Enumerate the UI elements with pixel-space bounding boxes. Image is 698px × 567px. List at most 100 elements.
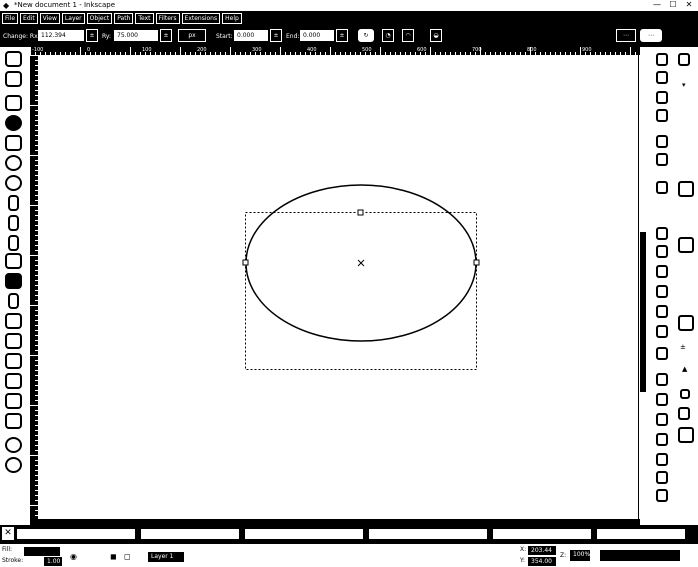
rx-spin-button[interactable]: ± bbox=[86, 29, 98, 42]
mesh-tool-icon[interactable] bbox=[8, 293, 19, 309]
menu-file[interactable]: File bbox=[2, 12, 19, 24]
canvas-svg[interactable] bbox=[38, 55, 638, 520]
connector-tool-icon[interactable] bbox=[5, 413, 22, 429]
current-layer-select[interactable]: Layer 1 bbox=[148, 552, 184, 562]
save-document-icon[interactable] bbox=[656, 91, 668, 104]
menu-object[interactable]: Object bbox=[86, 12, 113, 24]
rx-input[interactable]: 112.394 bbox=[38, 30, 84, 41]
end-input[interactable]: 0.000 bbox=[300, 30, 334, 41]
snap-others-icon[interactable] bbox=[678, 315, 694, 331]
swatch-group-6[interactable] bbox=[596, 528, 686, 540]
no-paint-swatch[interactable]: ✕ bbox=[2, 527, 14, 540]
rect-tool-icon[interactable] bbox=[5, 135, 22, 151]
arc-type-arc-icon[interactable]: ◠ bbox=[402, 29, 414, 42]
paint-bucket-tool-icon[interactable] bbox=[5, 333, 22, 349]
zoom-page-icon[interactable] bbox=[656, 325, 668, 338]
start-spin-button[interactable]: ± bbox=[270, 29, 282, 42]
new-document-icon[interactable] bbox=[656, 53, 668, 66]
spray-tool-icon[interactable] bbox=[5, 373, 22, 389]
pencil-tool-icon[interactable] bbox=[8, 195, 19, 211]
copy-icon[interactable] bbox=[656, 245, 668, 258]
rx-handle-left[interactable] bbox=[242, 259, 249, 266]
ry-input[interactable]: 75.000 bbox=[114, 30, 158, 41]
snap-enable-icon[interactable] bbox=[678, 53, 690, 66]
stroke-width-value[interactable]: 1.00 bbox=[44, 557, 62, 566]
clone-icon[interactable] bbox=[656, 373, 668, 386]
group-icon[interactable] bbox=[656, 413, 668, 426]
ellipse-tool-icon[interactable] bbox=[5, 115, 22, 131]
spiral-tool-icon[interactable] bbox=[5, 175, 22, 191]
snap-bbox-icon[interactable] bbox=[678, 181, 694, 197]
arc-type-slice-icon[interactable]: ◔ bbox=[382, 29, 394, 42]
rotation-field[interactable] bbox=[600, 550, 680, 561]
swatch-group-4[interactable] bbox=[368, 528, 488, 540]
ungroup-icon[interactable] bbox=[656, 433, 668, 446]
vertical-ruler[interactable] bbox=[30, 55, 38, 520]
duplicate-icon[interactable] bbox=[656, 347, 668, 360]
undo-icon[interactable] bbox=[656, 181, 668, 194]
menu-edit[interactable]: Edit bbox=[20, 12, 38, 24]
snap-grid-icon[interactable] bbox=[678, 407, 690, 420]
maximize-button[interactable]: ☐ bbox=[668, 1, 678, 9]
snap-dropdown-arrow-icon[interactable]: ▾ bbox=[682, 81, 686, 89]
ry-spin-button[interactable]: ± bbox=[160, 29, 172, 42]
drawing-canvas[interactable] bbox=[38, 55, 638, 520]
xml-editor-icon[interactable] bbox=[656, 489, 668, 502]
close-button[interactable]: ✕ bbox=[684, 1, 694, 9]
paste-icon[interactable] bbox=[656, 265, 668, 278]
snap-extra-icon[interactable]: ± bbox=[680, 343, 686, 351]
open-document-icon[interactable] bbox=[656, 71, 668, 84]
snap-toggle-button[interactable]: ⋯ bbox=[640, 29, 662, 42]
dropper-tool-icon[interactable] bbox=[5, 313, 22, 329]
unit-select[interactable]: px bbox=[178, 29, 206, 42]
menu-help[interactable]: Help bbox=[222, 12, 242, 24]
3dbox-tool-icon[interactable] bbox=[5, 457, 22, 473]
zoom-selection-icon[interactable] bbox=[656, 285, 668, 298]
vertical-scrollbar-thumb[interactable] bbox=[640, 232, 646, 392]
arc-type-chord-icon[interactable]: ◒ bbox=[430, 29, 442, 42]
make-whole-button[interactable]: ↻ bbox=[358, 29, 374, 42]
import-icon[interactable] bbox=[656, 135, 668, 148]
rx-handle-right[interactable] bbox=[473, 259, 480, 266]
tweak-tool-icon[interactable] bbox=[5, 353, 22, 369]
ry-handle[interactable] bbox=[357, 209, 364, 216]
zoom-tool-icon[interactable] bbox=[5, 95, 22, 111]
calligraphy-tool-icon[interactable] bbox=[8, 235, 19, 251]
swatch-group-3[interactable] bbox=[244, 528, 364, 540]
snap-nodes-icon[interactable] bbox=[678, 237, 694, 253]
fill-indicator[interactable] bbox=[24, 547, 60, 556]
print-icon[interactable] bbox=[656, 109, 668, 122]
commands-overflow-button[interactable]: ⋯ bbox=[616, 29, 636, 42]
opacity-icon[interactable]: ◉ bbox=[70, 552, 77, 561]
eraser-tool-icon[interactable] bbox=[5, 393, 22, 409]
snap-midpoint-icon[interactable]: ▲ bbox=[682, 365, 687, 373]
minimize-button[interactable]: — bbox=[652, 1, 662, 9]
swatch-group-2[interactable] bbox=[140, 528, 240, 540]
star-tool-icon[interactable] bbox=[5, 155, 22, 171]
text-font-icon[interactable] bbox=[656, 471, 668, 484]
export-icon[interactable] bbox=[656, 153, 668, 166]
menu-view[interactable]: View bbox=[39, 12, 60, 24]
zoom-drawing-icon[interactable] bbox=[656, 305, 668, 318]
selector-tool-icon[interactable] bbox=[5, 51, 22, 67]
start-input[interactable]: 0.000 bbox=[234, 30, 268, 41]
swatch-group-5[interactable] bbox=[492, 528, 592, 540]
snap-guide-icon[interactable] bbox=[678, 427, 694, 443]
menu-path[interactable]: Path bbox=[114, 12, 134, 24]
fill-stroke-icon[interactable] bbox=[656, 453, 668, 466]
menu-layer[interactable]: Layer bbox=[61, 12, 85, 24]
node-tool-icon[interactable] bbox=[5, 71, 22, 87]
unlink-clone-icon[interactable] bbox=[656, 393, 668, 406]
text-tool-icon[interactable] bbox=[5, 253, 22, 269]
layer-visibility-icon[interactable]: ◼ bbox=[110, 552, 117, 561]
redo-icon[interactable] bbox=[656, 227, 668, 240]
horizontal-ruler[interactable]: -100 0 100 200 300 400 500 600 700 800 900 bbox=[30, 47, 640, 55]
end-spin-button[interactable]: ± bbox=[336, 29, 348, 42]
swatch-group-1[interactable] bbox=[16, 528, 136, 540]
layer-lock-icon[interactable]: ◻ bbox=[124, 552, 131, 561]
measure-tool-icon[interactable] bbox=[5, 437, 22, 453]
snap-page-icon[interactable] bbox=[680, 389, 690, 399]
menu-filters[interactable]: Filters bbox=[155, 12, 180, 24]
gradient-tool-icon[interactable] bbox=[5, 273, 22, 289]
menu-extensions[interactable]: Extensions bbox=[181, 12, 221, 24]
